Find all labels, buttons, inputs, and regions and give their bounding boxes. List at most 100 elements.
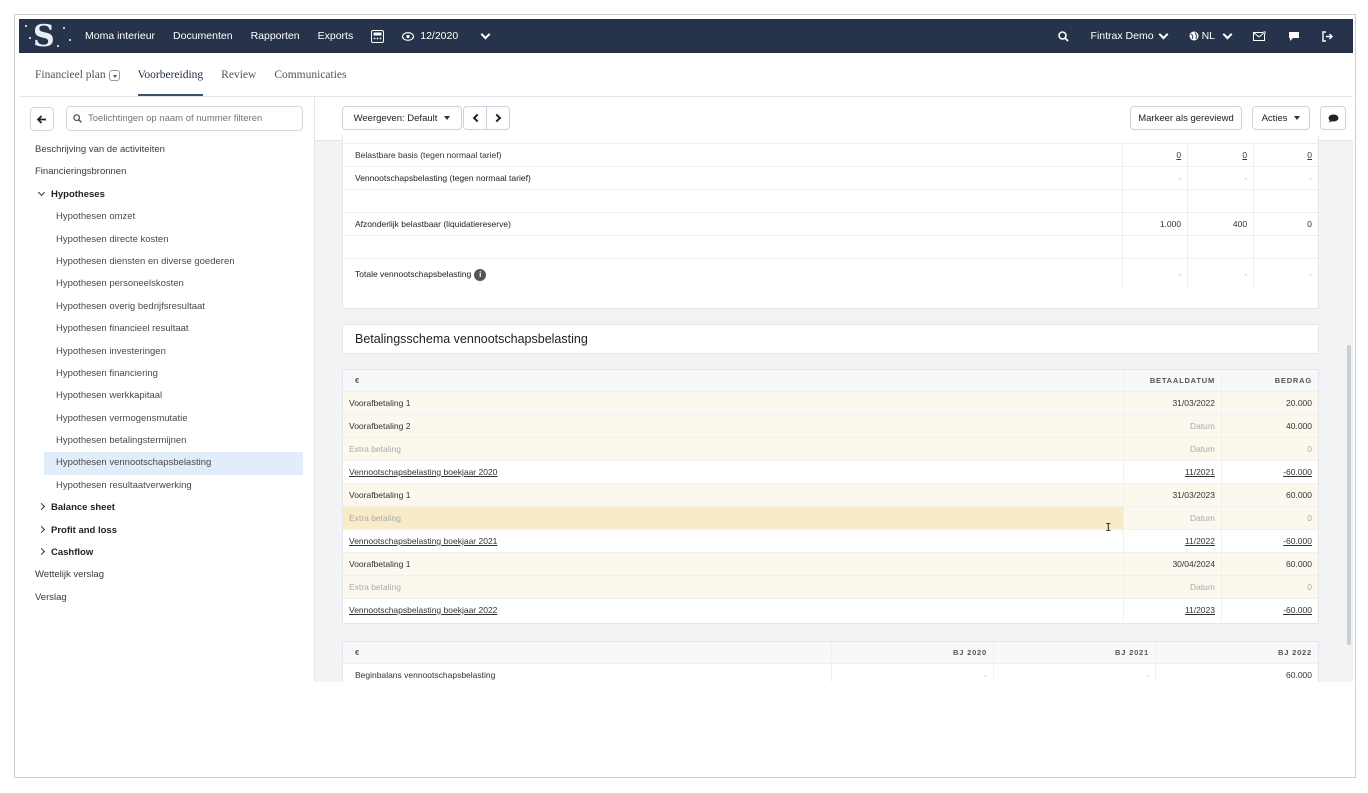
top-navigation-bar: S Moma interieur Documenten Rapporten Ex… (19, 19, 1353, 53)
tab-financieel-plan[interactable]: Financieel plan (35, 67, 120, 97)
cell-value: 1.000 (1122, 213, 1187, 235)
cell-amount[interactable]: 0 (1221, 507, 1318, 529)
mail-icon[interactable] (1253, 30, 1266, 42)
table-row: Belastbare basis (tegen normaal tarief) … (343, 144, 1318, 167)
period-selector[interactable]: 12/2020 (402, 29, 491, 42)
caret-down-icon (1294, 116, 1301, 120)
calculator-icon[interactable] (371, 29, 385, 43)
sidebar-item-verslag[interactable]: Verslag (19, 587, 314, 609)
language-menu[interactable]: NL (1189, 29, 1233, 42)
row-label: Extra betaling (349, 444, 401, 454)
table-row-highlighted[interactable]: Extra betaling Datum 0 (343, 507, 1318, 530)
table-row[interactable]: Voorafbetaling 2 Datum 40.000 (343, 415, 1318, 438)
cell-amount[interactable]: 20.000 (1221, 392, 1318, 414)
actions-dropdown[interactable]: Acties (1252, 106, 1310, 130)
table-row: Vennootschapsbelasting (tegen normaal ta… (343, 167, 1318, 190)
sidebar-item-diensten[interactable]: Hypothesen diensten en diverse goederen (19, 251, 314, 273)
arrow-left-icon (37, 114, 46, 124)
table-row[interactable]: Voorafbetaling 1 31/03/2023 60.000 (343, 484, 1318, 507)
sidebar-item-vennootschapsbelasting[interactable]: Hypothesen vennootschapsbelasting (44, 452, 303, 475)
cell-date[interactable]: 31/03/2022 (1123, 392, 1221, 414)
cell-amount[interactable]: 40.000 (1221, 415, 1318, 437)
comment-icon (1328, 114, 1338, 122)
sidebar-item-resultaatverwerking[interactable]: Hypothesen resultaatverwerking (19, 475, 314, 497)
row-label-text: Totale vennootschapsbelasting (355, 269, 472, 279)
previous-button[interactable] (463, 106, 487, 130)
cell-date[interactable]: Datum (1123, 507, 1221, 529)
column-header: € (355, 648, 360, 657)
sidebar-item-personeelskosten[interactable]: Hypothesen personeelskosten (19, 273, 314, 295)
nav-company[interactable]: Moma interieur (85, 30, 155, 42)
table-row[interactable]: Voorafbetaling 1 30/04/2024 60.000 (343, 553, 1318, 576)
sidebar-item-vermogensmutatie[interactable]: Hypothesen vermogensmutatie (19, 408, 314, 430)
table-row (343, 190, 1318, 213)
chat-icon[interactable] (1288, 31, 1300, 42)
row-label[interactable]: Vennootschapsbelasting boekjaar 2020 (343, 461, 1123, 483)
search-icon (73, 114, 82, 123)
sidebar-item-profit-loss[interactable]: Profit and loss (19, 520, 314, 542)
cell-amount[interactable]: 0 (1221, 438, 1318, 460)
sidebar-item-financieel-resultaat[interactable]: Hypothesen financieel resultaat (19, 318, 314, 340)
row-label: Belastbare basis (tegen normaal tarief) (355, 150, 502, 160)
sidebar-item-investeringen[interactable]: Hypothesen investeringen (19, 341, 314, 363)
cell-date[interactable]: Datum (1123, 415, 1221, 437)
sidebar-search-input[interactable] (88, 113, 288, 124)
sidebar-item-financieringsbronnen[interactable]: Financieringsbronnen (19, 161, 314, 183)
account-menu[interactable]: Fintrax Demo (1090, 29, 1169, 42)
info-icon[interactable]: i (474, 268, 487, 281)
sidebar-item-balance-sheet[interactable]: Balance sheet (19, 497, 314, 519)
tab-communicaties[interactable]: Communicaties (274, 67, 346, 97)
tab-review[interactable]: Review (221, 67, 256, 97)
nav-documenten[interactable]: Documenten (173, 30, 233, 42)
chevron-right-icon (37, 525, 46, 533)
nav-exports[interactable]: Exports (318, 30, 354, 42)
sidebar: Beschrijving van de activiteiten Financi… (19, 97, 314, 775)
scrollbar[interactable] (1347, 345, 1351, 645)
tab-voorbereiding[interactable]: Voorbereiding (137, 67, 203, 97)
table-row[interactable]: Extra betaling Datum 0 (343, 576, 1318, 599)
column-header: BEDRAG (1221, 370, 1318, 391)
row-label[interactable]: Vennootschapsbelasting boekjaar 2022 (343, 599, 1123, 622)
sidebar-item-bedrijfsresultaat[interactable]: Hypothesen overig bedrijfsresultaat (19, 296, 314, 318)
row-label: Totale vennootschapsbelasting i (343, 259, 1122, 290)
dropdown-icon[interactable] (108, 69, 120, 81)
sidebar-item-wettelijk-verslag[interactable]: Wettelijk verslag (19, 564, 314, 586)
cell-date[interactable]: Datum (1123, 438, 1221, 460)
search-icon[interactable] (1057, 30, 1069, 42)
cell-date[interactable]: Datum (1123, 576, 1221, 598)
account-name: Fintrax Demo (1090, 30, 1154, 42)
row-label[interactable]: Vennootschapsbelasting boekjaar 2021 (343, 530, 1123, 552)
cell-amount[interactable]: 60.000 (1221, 484, 1318, 506)
row-label: Vennootschapsbelasting (tegen normaal ta… (355, 173, 531, 183)
cell-amount: -60.000 (1221, 599, 1318, 622)
sidebar-item-financiering[interactable]: Hypothesen financiering (19, 363, 314, 385)
view-dropdown[interactable]: Weergeven: Default (342, 106, 462, 130)
sidebar-item-cashflow[interactable]: Cashflow (19, 542, 314, 564)
table-row[interactable]: Voorafbetaling 1 31/03/2022 20.000 (343, 392, 1318, 415)
sidebar-item-omzet[interactable]: Hypothesen omzet (19, 206, 314, 228)
cell-amount[interactable]: 0 (1221, 576, 1318, 598)
cell-date[interactable]: 30/04/2024 (1123, 553, 1221, 575)
cell-value: - (1122, 259, 1187, 290)
comments-button[interactable] (1320, 106, 1346, 130)
next-button[interactable] (486, 106, 510, 130)
cell-date[interactable]: 31/03/2023 (1123, 484, 1221, 506)
nav-rapporten[interactable]: Rapporten (251, 30, 300, 42)
row-label: Voorafbetaling 1 (349, 490, 411, 500)
back-button[interactable] (30, 107, 54, 131)
sidebar-search[interactable] (66, 106, 303, 131)
logo-icon[interactable]: S (19, 19, 75, 53)
logout-icon[interactable] (1322, 30, 1333, 42)
mark-reviewed-button[interactable]: Markeer als gereviewd (1130, 106, 1242, 130)
view-dropdown-label: Weergeven: Default (353, 112, 438, 124)
sidebar-item-beschrijving[interactable]: Beschrijving van de activiteiten (19, 139, 314, 161)
sidebar-item-betalingstermijnen[interactable]: Hypothesen betalingstermijnen (19, 430, 314, 452)
table-row[interactable]: Extra betaling Datum 0 (343, 438, 1318, 461)
sidebar-item-label: Profit and loss (51, 524, 117, 536)
sidebar-item-werkkapitaal[interactable]: Hypothesen werkkapitaal (19, 385, 314, 407)
sidebar-item-directe-kosten[interactable]: Hypothesen directe kosten (19, 229, 314, 251)
main-tabs: Financieel plan Voorbereiding Review Com… (35, 67, 347, 97)
sidebar-item-hypotheses[interactable]: Hypotheses (19, 184, 314, 206)
language-value: NL (1201, 30, 1215, 42)
cell-amount[interactable]: 60.000 (1221, 553, 1318, 575)
